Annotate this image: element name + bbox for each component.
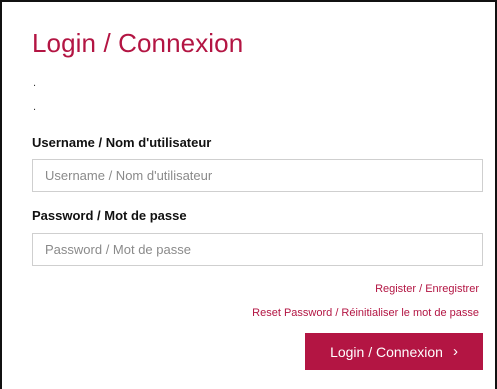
username-label: Username / Nom d'utilisateur: [32, 135, 212, 150]
placeholder-dot: .: [33, 101, 37, 113]
placeholder-dot: .: [33, 77, 37, 89]
login-button-label: Login / Connexion: [330, 343, 443, 360]
chevron-right-icon: ›: [452, 343, 458, 360]
page-title: Login / Connexion: [32, 28, 244, 58]
login-panel: Login / Connexion . . Username / Nom d'u…: [0, 0, 497, 389]
username-input[interactable]: [32, 159, 483, 192]
login-button[interactable]: Login / Connexion ›: [305, 333, 483, 370]
password-label: Password / Mot de passe: [32, 208, 187, 223]
password-input[interactable]: [32, 233, 483, 266]
register-link[interactable]: Register / Enregistrer: [375, 283, 479, 295]
reset-password-link[interactable]: Reset Password / Réinitialiser le mot de…: [252, 307, 479, 319]
